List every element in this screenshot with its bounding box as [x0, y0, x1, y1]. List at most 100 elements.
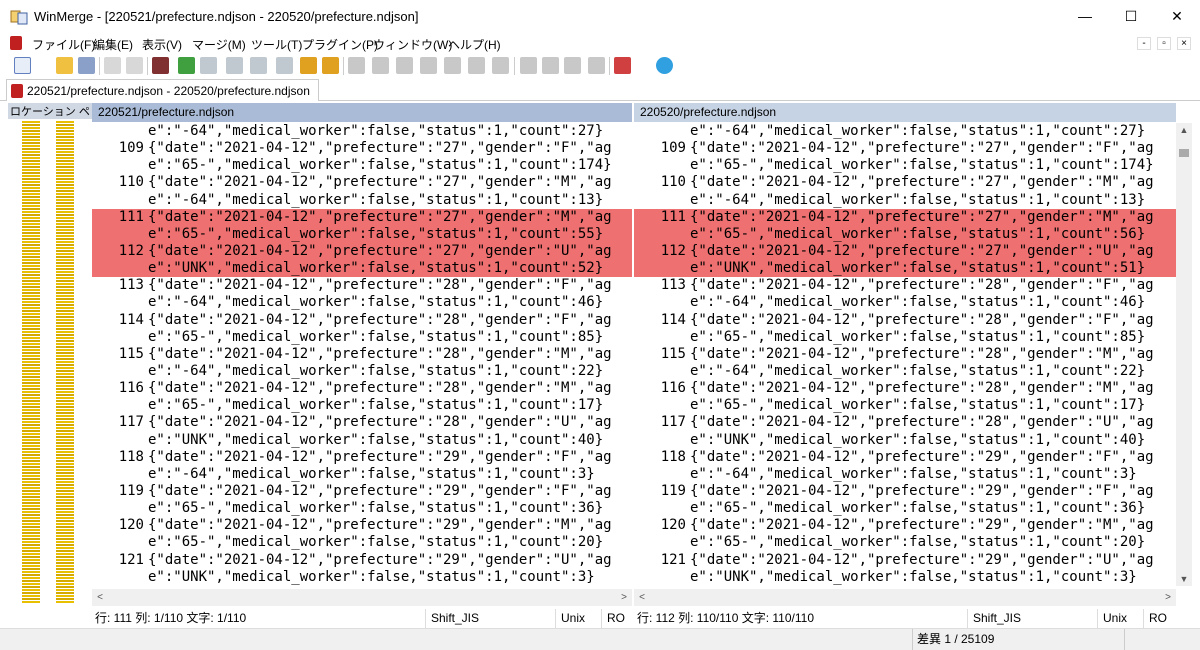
print-icon[interactable]: [152, 57, 169, 74]
text-line[interactable]: 117 {"date":"2021-04-12","prefecture":"28…: [634, 414, 1176, 431]
right-eol[interactable]: Unix: [1100, 609, 1144, 628]
text-line[interactable]: e":"-64","medical_worker":false,"status"…: [634, 294, 1176, 311]
text-line[interactable]: e":"65-","medical_worker":false,"status"…: [92, 534, 632, 551]
diff-line[interactable]: 111 {"date":"2021-04-12","prefecture":"27…: [634, 208, 1176, 226]
menu-edit[interactable]: 編集(E): [93, 36, 133, 53]
left-eol[interactable]: Unix: [558, 609, 602, 628]
text-line[interactable]: e":"UNK","medical_worker":false,"status"…: [634, 569, 1176, 586]
scroll-left-icon[interactable]: <: [92, 589, 108, 606]
mdi-minimize-button[interactable]: -: [1137, 37, 1151, 50]
left-encoding[interactable]: Shift_JIS: [428, 609, 556, 628]
text-line[interactable]: e":"-64","medical_worker":false,"status"…: [634, 363, 1176, 380]
next-conflict-icon[interactable]: [300, 57, 317, 74]
maximize-button[interactable]: ☐: [1108, 0, 1154, 32]
minimize-button[interactable]: —: [1062, 0, 1108, 32]
text-line[interactable]: 110 {"date":"2021-04-12","prefecture":"27…: [92, 174, 632, 191]
menu-tools[interactable]: ツール(T): [251, 36, 302, 53]
scroll-left-icon[interactable]: <: [634, 589, 650, 606]
copy-all-left-icon[interactable]: [468, 57, 485, 74]
text-line[interactable]: 109 {"date":"2021-04-12","prefecture":"27…: [92, 140, 632, 157]
diff-line[interactable]: 112 {"date":"2021-04-12","prefecture":"27…: [92, 242, 632, 261]
text-line[interactable]: e":"65-","medical_worker":false,"status"…: [634, 397, 1176, 414]
redo-icon[interactable]: [126, 57, 143, 74]
copy-all-right-icon[interactable]: [444, 57, 461, 74]
text-line[interactable]: 118 {"date":"2021-04-12","prefecture":"29…: [92, 449, 632, 466]
menu-merge[interactable]: マージ(M): [192, 36, 246, 53]
mdi-restore-button[interactable]: ▫: [1157, 37, 1171, 50]
scroll-right-icon[interactable]: >: [616, 589, 632, 606]
text-line[interactable]: 120 {"date":"2021-04-12","prefecture":"29…: [92, 517, 632, 534]
text-line[interactable]: 119 {"date":"2021-04-12","prefecture":"29…: [634, 483, 1176, 500]
diff-line[interactable]: e":"65-","medical_worker":false,"status"…: [634, 225, 1176, 243]
close-button[interactable]: ✕: [1154, 0, 1200, 32]
copy-right-icon[interactable]: [348, 57, 365, 74]
text-line[interactable]: 116 {"date":"2021-04-12","prefecture":"28…: [92, 380, 632, 397]
merge-icon[interactable]: [492, 57, 509, 74]
text-line[interactable]: 117 {"date":"2021-04-12","prefecture":"28…: [92, 414, 632, 431]
new-file-icon[interactable]: [14, 57, 31, 74]
tab-compare[interactable]: 220521/prefecture.ndjson - 220520/prefec…: [6, 79, 319, 101]
first-diff-icon[interactable]: [226, 57, 243, 74]
copy-right-advance-icon[interactable]: [396, 57, 413, 74]
location-bar-right[interactable]: [56, 121, 74, 604]
text-line[interactable]: 121 {"date":"2021-04-12","prefecture":"29…: [634, 552, 1176, 569]
menu-file[interactable]: ファイル(F): [32, 36, 95, 53]
text-line[interactable]: e":"-64","medical_worker":false,"status"…: [92, 363, 632, 380]
menu-view[interactable]: 表示(V): [142, 36, 182, 53]
prev-conflict-icon[interactable]: [322, 57, 339, 74]
text-line[interactable]: e":"65-","medical_worker":false,"status"…: [634, 534, 1176, 551]
right-text-area[interactable]: e":"-64","medical_worker":false,"status"…: [634, 123, 1176, 586]
location-bar-left[interactable]: [22, 121, 40, 604]
text-line[interactable]: e":"65-","medical_worker":false,"status"…: [634, 500, 1176, 517]
text-line[interactable]: e":"-64","medical_worker":false,"status"…: [92, 192, 632, 209]
undo-icon[interactable]: [104, 57, 121, 74]
right-arrow-icon[interactable]: [588, 57, 605, 74]
text-line[interactable]: e":"-64","medical_worker":false,"status"…: [634, 466, 1176, 483]
text-line[interactable]: 116 {"date":"2021-04-12","prefecture":"28…: [634, 380, 1176, 397]
text-line[interactable]: e":"UNK","medical_worker":false,"status"…: [92, 432, 632, 449]
text-line[interactable]: e":"-64","medical_worker":false,"status"…: [92, 294, 632, 311]
text-line[interactable]: e":"UNK","medical_worker":false,"status"…: [92, 569, 632, 586]
refresh-icon[interactable]: [656, 57, 673, 74]
text-line[interactable]: 121 {"date":"2021-04-12","prefecture":"29…: [92, 552, 632, 569]
prev-diff-icon[interactable]: [200, 57, 217, 74]
left-arrow-icon[interactable]: [542, 57, 559, 74]
left-horizontal-scrollbar[interactable]: < >: [92, 589, 632, 606]
open-folder-icon[interactable]: [56, 57, 73, 74]
text-line[interactable]: 119 {"date":"2021-04-12","prefecture":"29…: [92, 483, 632, 500]
winmerge-app-icon[interactable]: [10, 9, 28, 25]
text-line[interactable]: e":"65-","medical_worker":false,"status"…: [634, 157, 1176, 174]
options-icon[interactable]: [614, 57, 631, 74]
text-line[interactable]: 115 {"date":"2021-04-12","prefecture":"28…: [634, 346, 1176, 363]
menu-window[interactable]: ウィンドウ(W): [373, 36, 452, 53]
diff-line[interactable]: e":"UNK","medical_worker":false,"status"…: [634, 260, 1176, 278]
diff-line[interactable]: 111 {"date":"2021-04-12","prefecture":"27…: [92, 208, 632, 226]
chevron-down-icon[interactable]: [634, 57, 644, 74]
location-pane[interactable]: ロケーション ペ: [8, 103, 92, 606]
current-diff-icon[interactable]: [276, 57, 293, 74]
text-line[interactable]: e":"-64","medical_worker":false,"status"…: [92, 466, 632, 483]
text-line[interactable]: e":"-64","medical_worker":false,"status"…: [634, 123, 1176, 140]
text-line[interactable]: 114 {"date":"2021-04-12","prefecture":"28…: [92, 312, 632, 329]
mdi-close-button[interactable]: ×: [1177, 37, 1191, 50]
text-line[interactable]: 118 {"date":"2021-04-12","prefecture":"29…: [634, 449, 1176, 466]
left-arrow-icon[interactable]: [520, 57, 537, 74]
right-arrow-icon[interactable]: [564, 57, 581, 74]
text-line[interactable]: e":"-64","medical_worker":false,"status"…: [92, 123, 632, 140]
last-diff-icon[interactable]: [250, 57, 267, 74]
text-line[interactable]: 114 {"date":"2021-04-12","prefecture":"28…: [634, 312, 1176, 329]
text-line[interactable]: 115 {"date":"2021-04-12","prefecture":"28…: [92, 346, 632, 363]
text-line[interactable]: e":"-64","medical_worker":false,"status"…: [634, 192, 1176, 209]
text-line[interactable]: 113 {"date":"2021-04-12","prefecture":"28…: [634, 277, 1176, 294]
copy-left-advance-icon[interactable]: [420, 57, 437, 74]
vertical-scrollbar[interactable]: ▲ ▼: [1176, 123, 1192, 586]
text-line[interactable]: e":"65-","medical_worker":false,"status"…: [92, 397, 632, 414]
next-diff-icon[interactable]: [178, 57, 195, 74]
diff-line[interactable]: e":"65-","medical_worker":false,"status"…: [92, 225, 632, 243]
document-icon[interactable]: [10, 36, 22, 50]
text-line[interactable]: 109 {"date":"2021-04-12","prefecture":"27…: [634, 140, 1176, 157]
left-text-area[interactable]: e":"-64","medical_worker":false,"status"…: [92, 123, 632, 586]
right-encoding[interactable]: Shift_JIS: [970, 609, 1098, 628]
right-horizontal-scrollbar[interactable]: < >: [634, 589, 1176, 606]
copy-left-icon[interactable]: [372, 57, 389, 74]
